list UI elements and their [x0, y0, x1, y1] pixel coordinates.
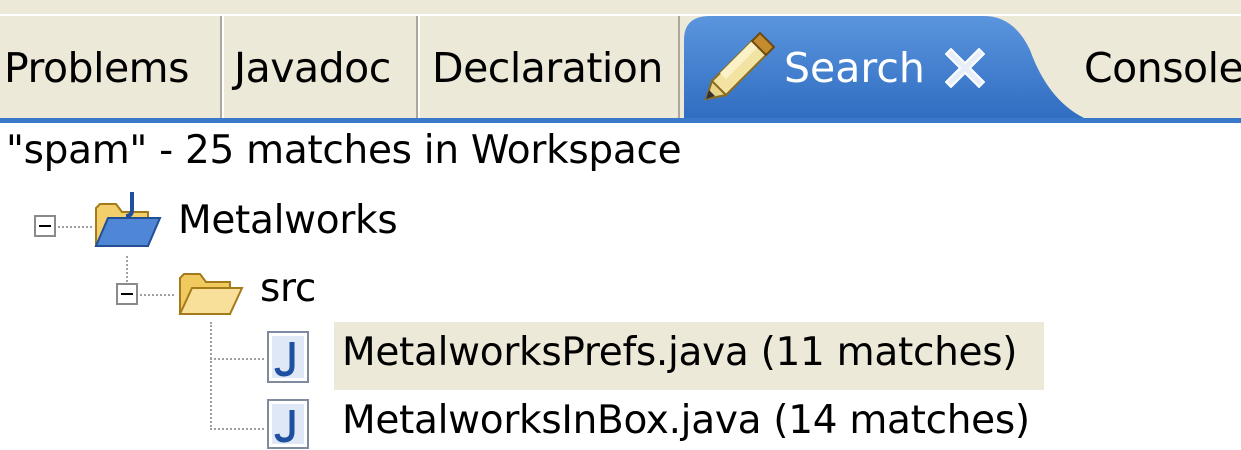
folder-collapse-toggle[interactable] — [116, 283, 138, 305]
java-project-folder-icon — [94, 192, 162, 247]
java-file-icon — [267, 399, 309, 449]
tree-node-file[interactable]: MetalworksPrefs.java (11 matches) — [342, 330, 1017, 375]
tree-node-folder[interactable]: src — [260, 266, 316, 311]
tree-connector — [126, 256, 128, 286]
tree-connector — [58, 226, 92, 228]
java-file-icon — [267, 331, 309, 383]
tree-node-file[interactable]: MetalworksInBox.java (14 matches) — [342, 398, 1030, 443]
tree-connector — [210, 322, 212, 430]
tree-node-project[interactable]: Metalworks — [178, 198, 398, 243]
tree-connector — [140, 294, 174, 296]
search-results-tree: Metalworks src MetalworksPrefs.java (11 … — [0, 0, 1241, 450]
tree-connector — [210, 428, 264, 430]
search-view: Problems Javadoc Declaration Search Cons… — [0, 0, 1241, 450]
tree-connector — [210, 358, 264, 360]
project-collapse-toggle[interactable] — [34, 215, 56, 237]
open-folder-icon — [178, 273, 244, 315]
